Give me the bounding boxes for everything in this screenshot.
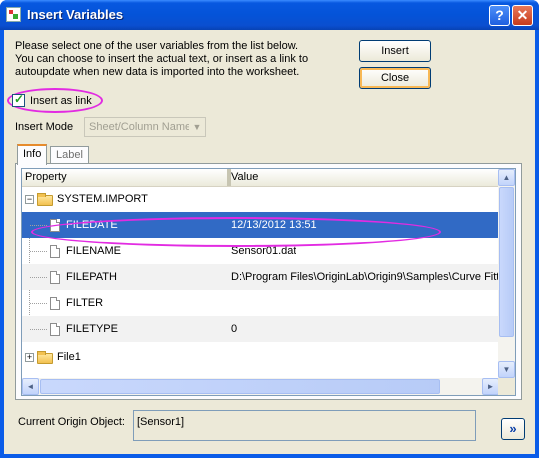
insert-button[interactable]: Insert [359,40,431,62]
close-button[interactable]: Close [359,67,431,89]
dialog-body: Please select one of the user variables … [4,30,535,454]
expand-more-button[interactable]: » [501,418,525,440]
vertical-scrollbar[interactable]: ▲ ▼ [498,169,515,378]
tab-info[interactable]: Info [17,144,48,165]
column-header-value[interactable]: Value [228,169,501,186]
horizontal-scroll-thumb[interactable] [40,379,440,394]
variables-grid[interactable]: Property Value − SYSTEM.IMPORT FILEDATE … [21,168,516,396]
current-object-field: [Sensor1] [133,410,476,441]
expand-icon[interactable]: + [25,353,34,362]
title-bar: Insert Variables ? ✕ [0,0,539,30]
file-icon [50,323,60,336]
folder-icon [37,193,53,206]
insert-mode-value: Sheet/Column Name [89,121,192,133]
value-cell: D:\Program Files\OriginLab\Origin9\Sampl… [231,271,499,283]
horizontal-scrollbar[interactable]: ◄ ► [22,378,499,395]
property-cell: File1 [57,351,81,363]
scroll-down-icon[interactable]: ▼ [498,361,515,378]
insert-as-link-label[interactable]: Insert as link [30,95,92,107]
help-button[interactable]: ? [489,5,510,26]
scrollbar-corner [498,378,515,395]
insert-as-link-checkbox[interactable] [12,92,25,107]
current-object-label: Current Origin Object: [18,416,125,428]
column-header-property[interactable]: Property [22,169,230,186]
property-cell: FILEPATH [66,271,117,283]
file-icon [50,271,60,284]
value-cell: 0 [231,323,238,335]
table-row[interactable]: − SYSTEM.IMPORT [22,186,499,212]
table-row[interactable]: FILETYPE 0 [22,316,499,342]
insert-mode-select[interactable]: Sheet/Column Name ▼ [84,117,206,137]
window-title: Insert Variables [27,7,124,22]
collapse-icon[interactable]: − [25,195,34,204]
scroll-right-icon[interactable]: ► [482,378,499,395]
info-tab-panel: Property Value − SYSTEM.IMPORT FILEDATE … [15,163,522,400]
dialog-window: Insert Variables ? ✕ Please select one o… [0,0,539,458]
vertical-scroll-thumb[interactable] [499,187,514,337]
scroll-up-icon[interactable]: ▲ [498,169,515,186]
table-row[interactable]: FILEPATH D:\Program Files\OriginLab\Orig… [22,264,499,290]
folder-icon [37,351,53,364]
tab-label[interactable]: Label [50,146,89,164]
scroll-left-icon[interactable]: ◄ [22,378,39,395]
instructions-text: Please select one of the user variables … [15,40,309,78]
close-window-button[interactable]: ✕ [512,5,533,26]
property-cell: FILETYPE [66,323,118,335]
grid-header: Property Value [22,169,499,187]
property-cell: FILTER [66,297,104,309]
file-icon [50,245,60,258]
property-cell: SYSTEM.IMPORT [57,193,148,205]
table-row[interactable]: FILTER [22,290,499,316]
highlight-ellipse-filedate [31,217,441,247]
app-icon [6,7,21,22]
table-row[interactable]: + File1 [22,344,499,370]
file-icon [50,297,60,310]
insert-mode-label: Insert Mode [15,121,74,133]
chevron-down-icon[interactable]: ▼ [189,118,205,136]
